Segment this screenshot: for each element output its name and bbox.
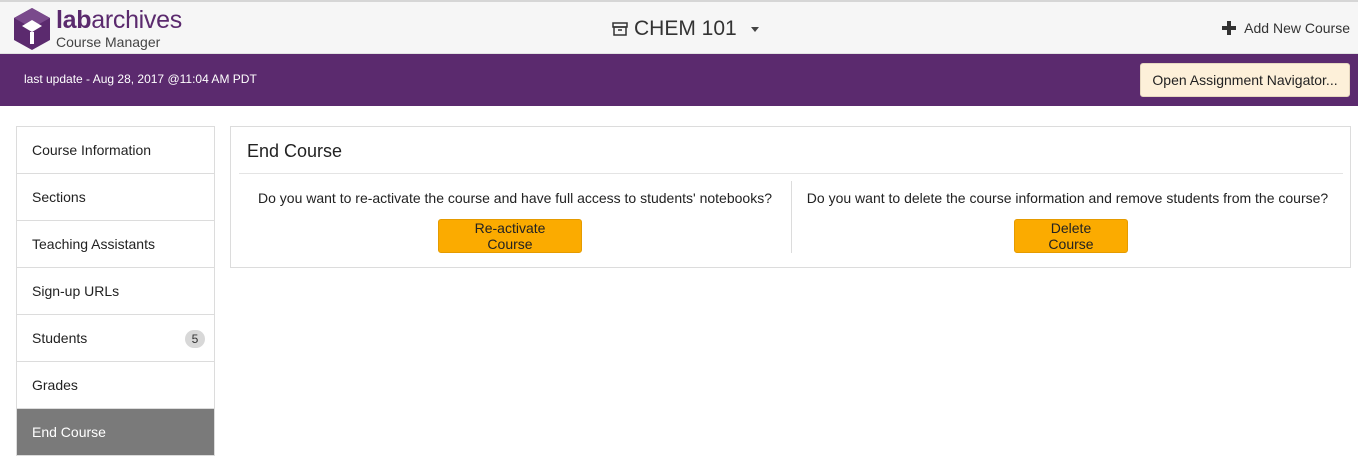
students-count-badge: 5 xyxy=(185,330,205,348)
delete-section: Do you want to delete the course informa… xyxy=(791,181,1343,253)
sidebar-item-end-course[interactable]: End Course xyxy=(17,409,214,456)
sidebar-item-label: Teaching Assistants xyxy=(32,236,155,252)
sidebar-item-label: Grades xyxy=(32,377,78,393)
delete-course-button[interactable]: Delete Course xyxy=(1014,219,1128,253)
panel-divider xyxy=(239,173,1343,174)
plus-icon xyxy=(1222,21,1237,35)
sidebar-item-signup-urls[interactable]: Sign-up URLs xyxy=(17,268,214,315)
reactivate-section: Do you want to re-activate the course an… xyxy=(239,181,791,253)
brand-subtitle: Course Manager xyxy=(56,34,161,50)
brand-name: labarchives xyxy=(56,8,182,33)
panel-title: End Course xyxy=(247,141,343,161)
reactivate-question: Do you want to re-activate the course an… xyxy=(258,190,772,206)
sidebar-item-grades[interactable]: Grades xyxy=(17,362,214,409)
brand-name-rest: archives xyxy=(91,6,182,34)
course-sidebar: Course Information Sections Teaching Ass… xyxy=(16,126,215,456)
sidebar-item-students[interactable]: Students 5 xyxy=(17,315,214,362)
add-new-course-button[interactable]: Add New Course xyxy=(1222,20,1350,36)
course-title: CHEM 101 xyxy=(634,17,737,40)
status-banner: last update - Aug 28, 2017 @11:04 AM PDT… xyxy=(0,54,1358,106)
last-update-text: last update - Aug 28, 2017 @11:04 AM PDT xyxy=(24,72,257,86)
end-course-panel: End Course Do you want to re-activate th… xyxy=(230,126,1351,268)
course-selector[interactable]: CHEM 101 xyxy=(612,16,759,42)
sidebar-item-course-information[interactable]: Course Information xyxy=(17,127,214,174)
brand: labarchives Course Manager xyxy=(56,8,182,50)
sidebar-item-label: Sections xyxy=(32,189,86,205)
sidebar-item-label: Course Information xyxy=(32,142,152,158)
open-assignment-navigator-button[interactable]: Open Assignment Navigator... xyxy=(1140,63,1350,97)
chevron-down-icon xyxy=(750,26,759,32)
app-header: labarchives Course Manager CHEM 101 Add … xyxy=(0,0,1358,54)
sidebar-item-label: Students xyxy=(32,330,88,346)
sidebar-item-sections[interactable]: Sections xyxy=(17,174,214,221)
brand-name-bold: lab xyxy=(56,6,92,34)
delete-question: Do you want to delete the course informa… xyxy=(806,190,1329,206)
sidebar-item-teaching-assistants[interactable]: Teaching Assistants xyxy=(17,221,214,268)
labarchives-logo-icon[interactable] xyxy=(12,6,52,52)
archive-box-icon xyxy=(612,22,628,36)
sidebar-item-label: Sign-up URLs xyxy=(32,283,120,299)
reactivate-course-button[interactable]: Re-activate Course xyxy=(438,219,582,253)
add-new-course-label: Add New Course xyxy=(1244,20,1350,36)
sidebar-item-label: End Course xyxy=(32,424,106,440)
